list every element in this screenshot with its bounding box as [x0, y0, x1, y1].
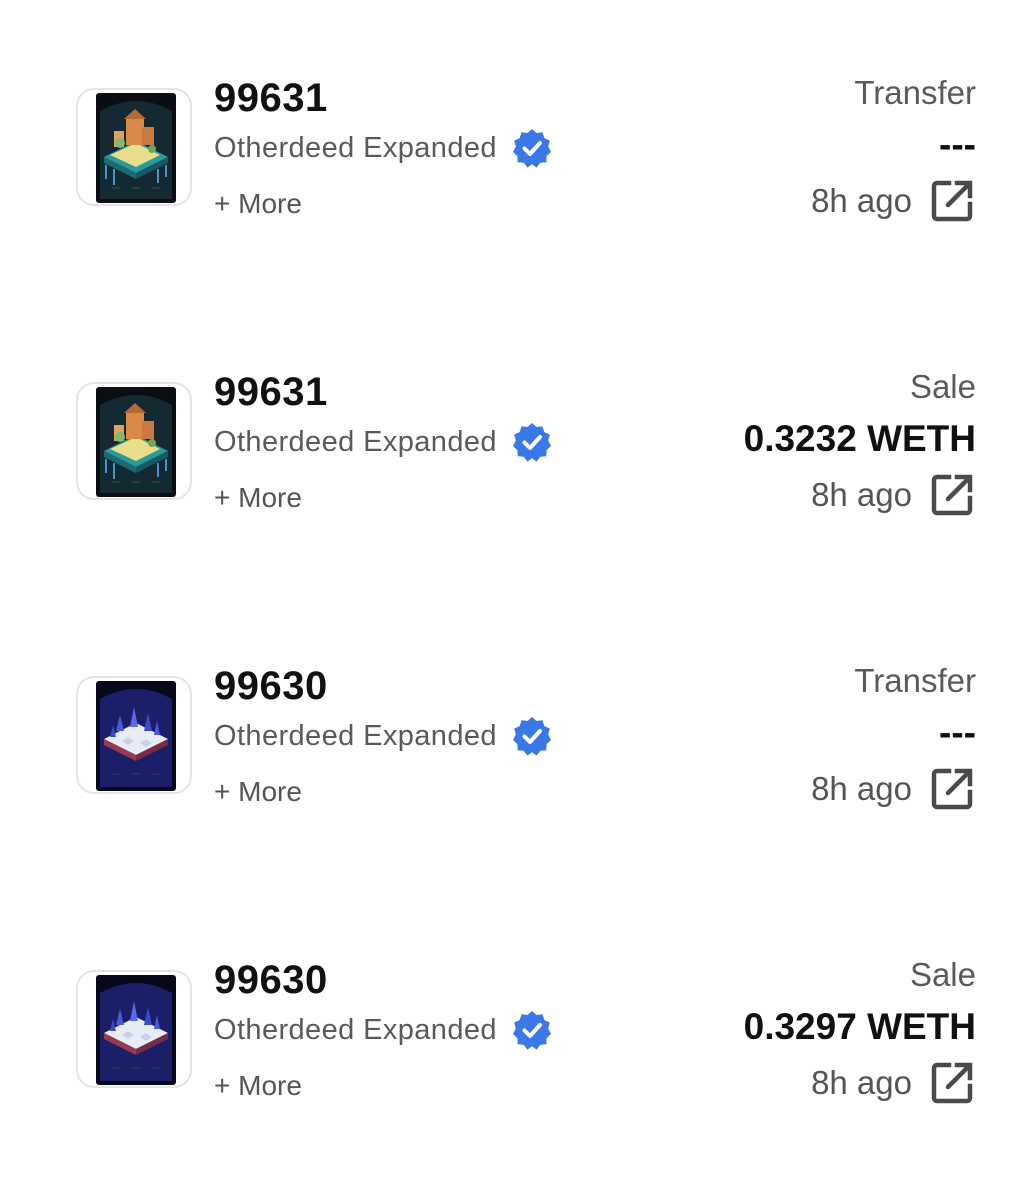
price: 0.3232 WETH [743, 418, 976, 459]
collection-name[interactable]: Otherdeed Expanded [214, 716, 497, 756]
external-link-icon[interactable] [928, 177, 976, 225]
token-id[interactable]: 99630 [214, 662, 328, 710]
external-link-icon[interactable] [928, 765, 976, 813]
nft-thumbnail[interactable] [76, 382, 192, 500]
activity-list: 99631 Otherdeed Expanded + More Transfer… [0, 0, 1016, 1200]
otherdeed-land-warm-icon [96, 93, 176, 203]
nft-thumbnail[interactable] [76, 88, 192, 206]
external-link-icon[interactable] [928, 471, 976, 519]
verified-badge-icon [511, 1009, 553, 1051]
token-id[interactable]: 99631 [214, 368, 328, 416]
more-button[interactable]: + More [214, 1066, 302, 1106]
activity-details: Transfer --- 8h ago [576, 70, 976, 230]
token-id[interactable]: 99631 [214, 74, 328, 122]
price: --- [939, 712, 976, 753]
activity-row[interactable]: 99631 Otherdeed Expanded + More Sale 0.3… [0, 364, 1016, 524]
collection: Otherdeed Expanded [214, 716, 553, 756]
collection-name[interactable]: Otherdeed Expanded [214, 1010, 497, 1050]
event-type: Transfer [854, 74, 976, 111]
otherdeed-land-warm-icon [96, 387, 176, 497]
nft-thumbnail[interactable] [76, 970, 192, 1088]
collection-name[interactable]: Otherdeed Expanded [214, 128, 497, 168]
time-line: 8h ago [811, 764, 976, 814]
timestamp: 8h ago [811, 770, 912, 807]
verified-badge-icon [511, 127, 553, 169]
event-type: Sale [909, 368, 976, 405]
price: 0.3297 WETH [743, 1006, 976, 1047]
time-line: 8h ago [811, 176, 976, 226]
verified-badge-icon [511, 715, 553, 757]
event-type: Sale [909, 956, 976, 993]
external-link-icon[interactable] [928, 1059, 976, 1107]
collection: Otherdeed Expanded [214, 128, 553, 168]
activity-details: Sale 0.3297 WETH 8h ago [576, 952, 976, 1112]
activity-row[interactable]: 99630 Otherdeed Expanded + More Sale 0.3… [0, 952, 1016, 1112]
time-line: 8h ago [811, 1058, 976, 1108]
more-button[interactable]: + More [214, 772, 302, 812]
more-button[interactable]: + More [214, 478, 302, 518]
collection-name[interactable]: Otherdeed Expanded [214, 422, 497, 462]
activity-row[interactable]: 99631 Otherdeed Expanded + More Transfer… [0, 70, 1016, 230]
timestamp: 8h ago [811, 1064, 912, 1101]
time-line: 8h ago [811, 470, 976, 520]
event-type: Transfer [854, 662, 976, 699]
timestamp: 8h ago [811, 182, 912, 219]
verified-badge-icon [511, 421, 553, 463]
collection: Otherdeed Expanded [214, 1010, 553, 1050]
activity-details: Transfer --- 8h ago [576, 658, 976, 818]
nft-thumbnail[interactable] [76, 676, 192, 794]
otherdeed-land-blue-icon [96, 975, 176, 1085]
token-id[interactable]: 99630 [214, 956, 328, 1004]
otherdeed-land-blue-icon [96, 681, 176, 791]
price: --- [939, 124, 976, 165]
collection: Otherdeed Expanded [214, 422, 553, 462]
activity-row[interactable]: 99630 Otherdeed Expanded + More Transfer… [0, 658, 1016, 818]
activity-details: Sale 0.3232 WETH 8h ago [576, 364, 976, 524]
timestamp: 8h ago [811, 476, 912, 513]
more-button[interactable]: + More [214, 184, 302, 224]
